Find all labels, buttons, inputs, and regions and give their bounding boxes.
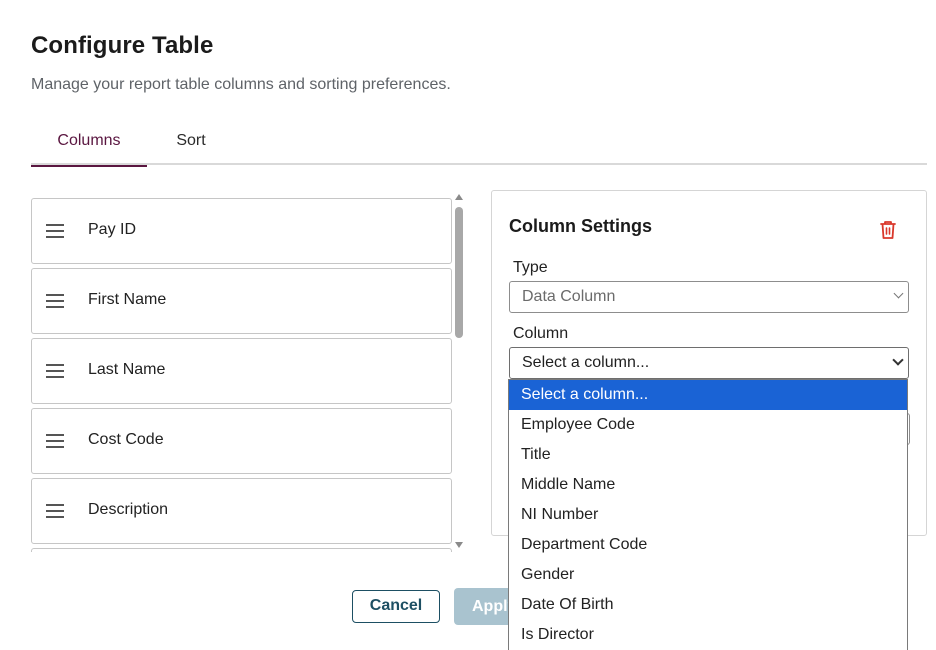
scroll-down-icon[interactable]	[455, 542, 463, 548]
chevron-down-icon	[892, 354, 904, 366]
column-item-label: Cost Code	[88, 431, 164, 448]
type-select-value: Data Column	[522, 288, 616, 305]
tab-bar: Columns Sort	[31, 120, 927, 167]
drag-handle-icon[interactable]	[46, 504, 64, 518]
drag-handle-icon[interactable]	[46, 224, 64, 238]
type-select[interactable]: Data Column	[509, 281, 909, 313]
tab-columns[interactable]: Columns	[31, 120, 147, 167]
column-dropdown-list: Select a column... Employee Code Title M…	[508, 379, 908, 650]
column-select-value: Select a column...	[522, 354, 650, 371]
scroll-up-icon[interactable]	[455, 194, 463, 200]
drag-handle-icon[interactable]	[46, 294, 64, 308]
column-item-partial[interactable]	[31, 548, 452, 552]
page-title: Configure Table	[31, 32, 214, 59]
dropdown-option[interactable]: Gender	[509, 560, 907, 590]
column-item[interactable]: Pay ID	[31, 198, 452, 264]
dropdown-option[interactable]: Title	[509, 440, 907, 470]
column-item[interactable]: Last Name	[31, 338, 452, 404]
column-select[interactable]: Select a column...	[509, 347, 909, 379]
tab-sort[interactable]: Sort	[159, 120, 223, 165]
column-item-label: First Name	[88, 291, 167, 308]
column-item[interactable]: Cost Code	[31, 408, 452, 474]
cancel-button[interactable]: Cancel	[352, 590, 440, 623]
settings-title: Column Settings	[509, 216, 652, 236]
dropdown-option[interactable]: Department Code	[509, 530, 907, 560]
scroll-thumb[interactable]	[455, 207, 463, 338]
drag-handle-icon[interactable]	[46, 364, 64, 378]
dropdown-option[interactable]: Select a column...	[509, 380, 907, 410]
dropdown-option[interactable]: Date Of Birth	[509, 590, 907, 620]
dropdown-option[interactable]: Is Director	[509, 620, 907, 650]
column-label: Column	[513, 325, 569, 342]
dropdown-option[interactable]: Employee Code	[509, 410, 907, 440]
column-item-label: Description	[88, 501, 169, 518]
trash-icon[interactable]	[878, 219, 898, 241]
column-list: Pay ID First Name Last Name Cost Code De…	[31, 190, 467, 552]
dropdown-option[interactable]: Middle Name	[509, 470, 907, 500]
page-subtitle: Manage your report table columns and sor…	[31, 76, 451, 93]
column-item-label: Last Name	[88, 361, 166, 378]
list-scrollbar[interactable]	[452, 192, 466, 552]
column-item-label: Pay ID	[88, 221, 137, 238]
type-label: Type	[513, 259, 548, 276]
drag-handle-icon[interactable]	[46, 434, 64, 448]
column-item[interactable]: First Name	[31, 268, 452, 334]
column-item[interactable]: Description	[31, 478, 452, 544]
dropdown-option[interactable]: NI Number	[509, 500, 907, 530]
chevron-down-icon	[893, 288, 904, 299]
